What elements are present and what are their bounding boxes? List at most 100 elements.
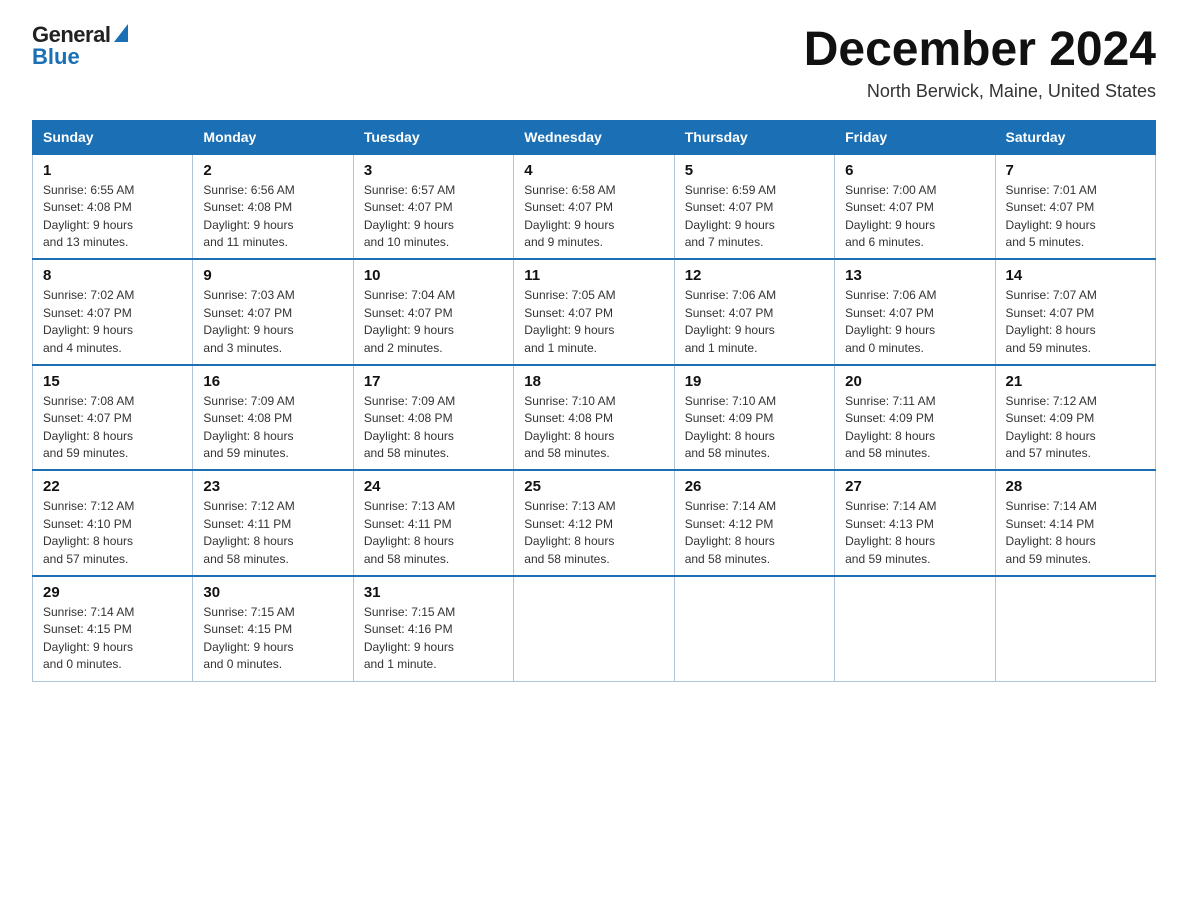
logo: General Blue (32, 24, 128, 68)
logo-general-text: General (32, 24, 110, 46)
calendar-header-tuesday: Tuesday (353, 120, 513, 154)
day-info: Sunrise: 7:07 AMSunset: 4:07 PMDaylight:… (1006, 288, 1097, 354)
day-info: Sunrise: 7:14 AMSunset: 4:13 PMDaylight:… (845, 499, 936, 565)
calendar-day-cell: 21 Sunrise: 7:12 AMSunset: 4:09 PMDaylig… (995, 365, 1155, 471)
page-header: General Blue December 2024 North Berwick… (32, 24, 1156, 102)
day-number: 12 (685, 267, 824, 284)
calendar-day-cell: 30 Sunrise: 7:15 AMSunset: 4:15 PMDaylig… (193, 576, 353, 681)
calendar-day-cell: 31 Sunrise: 7:15 AMSunset: 4:16 PMDaylig… (353, 576, 513, 681)
calendar-day-cell: 9 Sunrise: 7:03 AMSunset: 4:07 PMDayligh… (193, 259, 353, 365)
calendar-day-cell: 25 Sunrise: 7:13 AMSunset: 4:12 PMDaylig… (514, 470, 674, 576)
calendar-week-row: 15 Sunrise: 7:08 AMSunset: 4:07 PMDaylig… (33, 365, 1156, 471)
day-info: Sunrise: 7:14 AMSunset: 4:15 PMDaylight:… (43, 605, 134, 671)
day-info: Sunrise: 7:11 AMSunset: 4:09 PMDaylight:… (845, 394, 936, 460)
calendar-empty-cell (514, 576, 674, 681)
calendar-header-row: SundayMondayTuesdayWednesdayThursdayFrid… (33, 120, 1156, 154)
calendar-day-cell: 26 Sunrise: 7:14 AMSunset: 4:12 PMDaylig… (674, 470, 834, 576)
day-number: 14 (1006, 267, 1145, 284)
calendar-day-cell: 19 Sunrise: 7:10 AMSunset: 4:09 PMDaylig… (674, 365, 834, 471)
calendar-empty-cell (674, 576, 834, 681)
month-title: December 2024 (804, 24, 1156, 77)
day-info: Sunrise: 7:15 AMSunset: 4:15 PMDaylight:… (203, 605, 294, 671)
day-number: 13 (845, 267, 984, 284)
day-number: 19 (685, 373, 824, 390)
day-info: Sunrise: 6:57 AMSunset: 4:07 PMDaylight:… (364, 183, 455, 249)
day-number: 16 (203, 373, 342, 390)
calendar-day-cell: 13 Sunrise: 7:06 AMSunset: 4:07 PMDaylig… (835, 259, 995, 365)
day-info: Sunrise: 6:59 AMSunset: 4:07 PMDaylight:… (685, 183, 776, 249)
day-number: 15 (43, 373, 182, 390)
day-number: 11 (524, 267, 663, 284)
location-subtitle: North Berwick, Maine, United States (804, 81, 1156, 102)
calendar-day-cell: 5 Sunrise: 6:59 AMSunset: 4:07 PMDayligh… (674, 154, 834, 260)
day-number: 9 (203, 267, 342, 284)
day-info: Sunrise: 7:12 AMSunset: 4:11 PMDaylight:… (203, 499, 294, 565)
calendar-header-friday: Friday (835, 120, 995, 154)
calendar-day-cell: 16 Sunrise: 7:09 AMSunset: 4:08 PMDaylig… (193, 365, 353, 471)
calendar-week-row: 1 Sunrise: 6:55 AMSunset: 4:08 PMDayligh… (33, 154, 1156, 260)
day-number: 10 (364, 267, 503, 284)
day-number: 6 (845, 162, 984, 179)
calendar-day-cell: 15 Sunrise: 7:08 AMSunset: 4:07 PMDaylig… (33, 365, 193, 471)
day-number: 30 (203, 584, 342, 601)
day-number: 18 (524, 373, 663, 390)
calendar-day-cell: 24 Sunrise: 7:13 AMSunset: 4:11 PMDaylig… (353, 470, 513, 576)
day-info: Sunrise: 6:55 AMSunset: 4:08 PMDaylight:… (43, 183, 134, 249)
calendar-day-cell: 4 Sunrise: 6:58 AMSunset: 4:07 PMDayligh… (514, 154, 674, 260)
day-number: 22 (43, 478, 182, 495)
day-info: Sunrise: 7:03 AMSunset: 4:07 PMDaylight:… (203, 288, 294, 354)
logo-triangle-icon (114, 24, 128, 42)
day-info: Sunrise: 7:09 AMSunset: 4:08 PMDaylight:… (364, 394, 455, 460)
title-block: December 2024 North Berwick, Maine, Unit… (804, 24, 1156, 102)
calendar-day-cell: 7 Sunrise: 7:01 AMSunset: 4:07 PMDayligh… (995, 154, 1155, 260)
calendar-day-cell: 22 Sunrise: 7:12 AMSunset: 4:10 PMDaylig… (33, 470, 193, 576)
day-number: 27 (845, 478, 984, 495)
day-number: 8 (43, 267, 182, 284)
calendar-empty-cell (835, 576, 995, 681)
day-info: Sunrise: 7:15 AMSunset: 4:16 PMDaylight:… (364, 605, 455, 671)
day-number: 4 (524, 162, 663, 179)
day-number: 21 (1006, 373, 1145, 390)
day-info: Sunrise: 7:09 AMSunset: 4:08 PMDaylight:… (203, 394, 294, 460)
day-info: Sunrise: 7:14 AMSunset: 4:14 PMDaylight:… (1006, 499, 1097, 565)
day-number: 28 (1006, 478, 1145, 495)
calendar-header-monday: Monday (193, 120, 353, 154)
logo-blue-text: Blue (32, 46, 80, 68)
calendar-day-cell: 3 Sunrise: 6:57 AMSunset: 4:07 PMDayligh… (353, 154, 513, 260)
day-info: Sunrise: 7:13 AMSunset: 4:12 PMDaylight:… (524, 499, 615, 565)
calendar-day-cell: 28 Sunrise: 7:14 AMSunset: 4:14 PMDaylig… (995, 470, 1155, 576)
day-number: 31 (364, 584, 503, 601)
day-info: Sunrise: 7:12 AMSunset: 4:09 PMDaylight:… (1006, 394, 1097, 460)
day-number: 2 (203, 162, 342, 179)
calendar-header-saturday: Saturday (995, 120, 1155, 154)
calendar-day-cell: 12 Sunrise: 7:06 AMSunset: 4:07 PMDaylig… (674, 259, 834, 365)
calendar-week-row: 22 Sunrise: 7:12 AMSunset: 4:10 PMDaylig… (33, 470, 1156, 576)
day-info: Sunrise: 7:08 AMSunset: 4:07 PMDaylight:… (43, 394, 134, 460)
day-info: Sunrise: 7:04 AMSunset: 4:07 PMDaylight:… (364, 288, 455, 354)
calendar-day-cell: 18 Sunrise: 7:10 AMSunset: 4:08 PMDaylig… (514, 365, 674, 471)
day-number: 1 (43, 162, 182, 179)
day-number: 5 (685, 162, 824, 179)
day-number: 3 (364, 162, 503, 179)
day-info: Sunrise: 7:02 AMSunset: 4:07 PMDaylight:… (43, 288, 134, 354)
day-info: Sunrise: 7:12 AMSunset: 4:10 PMDaylight:… (43, 499, 134, 565)
day-number: 29 (43, 584, 182, 601)
calendar-day-cell: 2 Sunrise: 6:56 AMSunset: 4:08 PMDayligh… (193, 154, 353, 260)
day-info: Sunrise: 7:01 AMSunset: 4:07 PMDaylight:… (1006, 183, 1097, 249)
calendar-week-row: 8 Sunrise: 7:02 AMSunset: 4:07 PMDayligh… (33, 259, 1156, 365)
day-info: Sunrise: 7:10 AMSunset: 4:09 PMDaylight:… (685, 394, 776, 460)
day-info: Sunrise: 7:13 AMSunset: 4:11 PMDaylight:… (364, 499, 455, 565)
calendar-day-cell: 17 Sunrise: 7:09 AMSunset: 4:08 PMDaylig… (353, 365, 513, 471)
day-info: Sunrise: 7:10 AMSunset: 4:08 PMDaylight:… (524, 394, 615, 460)
day-info: Sunrise: 6:56 AMSunset: 4:08 PMDaylight:… (203, 183, 294, 249)
day-number: 17 (364, 373, 503, 390)
calendar-day-cell: 6 Sunrise: 7:00 AMSunset: 4:07 PMDayligh… (835, 154, 995, 260)
calendar-day-cell: 11 Sunrise: 7:05 AMSunset: 4:07 PMDaylig… (514, 259, 674, 365)
day-info: Sunrise: 7:06 AMSunset: 4:07 PMDaylight:… (685, 288, 776, 354)
day-number: 7 (1006, 162, 1145, 179)
calendar-day-cell: 27 Sunrise: 7:14 AMSunset: 4:13 PMDaylig… (835, 470, 995, 576)
day-info: Sunrise: 7:05 AMSunset: 4:07 PMDaylight:… (524, 288, 615, 354)
day-number: 26 (685, 478, 824, 495)
calendar-day-cell: 23 Sunrise: 7:12 AMSunset: 4:11 PMDaylig… (193, 470, 353, 576)
calendar-day-cell: 29 Sunrise: 7:14 AMSunset: 4:15 PMDaylig… (33, 576, 193, 681)
